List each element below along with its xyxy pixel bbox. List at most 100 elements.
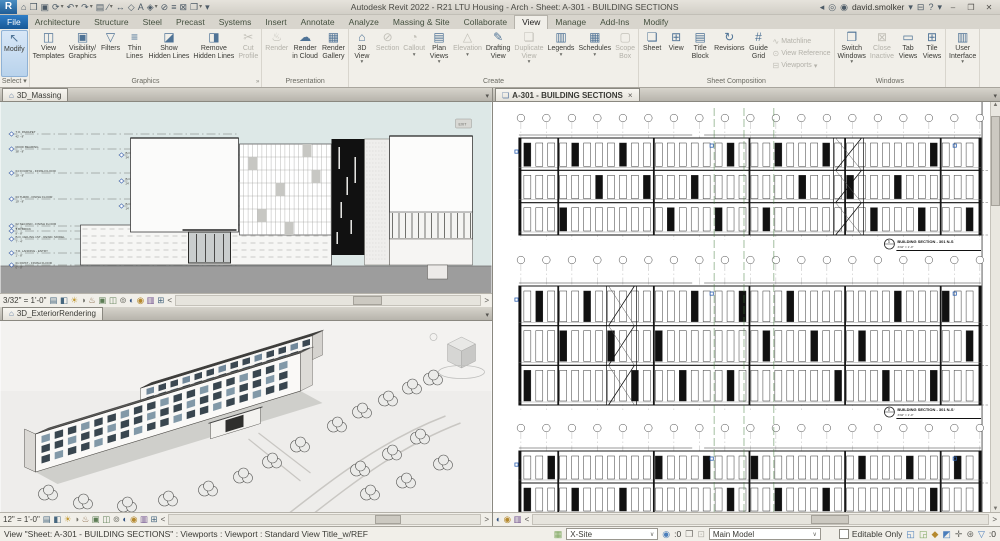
close-button[interactable]: ✕ xyxy=(982,3,996,12)
select-pinned-toggle[interactable]: ◆ xyxy=(931,529,938,540)
show-hidden-lines-button[interactable]: ◪ Show Hidden Lines xyxy=(147,30,192,77)
default-3d-view-icon[interactable]: ◈ ▾ xyxy=(146,1,159,14)
ribbon-tab-structure[interactable]: Structure xyxy=(87,15,136,29)
sheet-button[interactable]: ❏ Sheet xyxy=(640,30,664,77)
ribbon-tab-view[interactable]: View xyxy=(514,15,549,29)
unlocked-3d-view-icon[interactable]: ⊚ xyxy=(119,295,126,306)
home-icon[interactable]: ⌂ xyxy=(20,1,27,14)
tile-views-button[interactable]: ⊞ Tile Views xyxy=(920,30,944,77)
sun-path-icon[interactable]: ☀ xyxy=(71,295,79,306)
sun-path-icon[interactable]: ☀ xyxy=(64,514,72,525)
worksharing-display-icon[interactable]: ⊞ xyxy=(157,295,164,306)
temporary-hide-isolate-icon[interactable]: ◐ xyxy=(122,514,127,525)
scroll-right-arrow[interactable]: > xyxy=(484,515,489,524)
view-button[interactable]: ⊞ View xyxy=(664,30,688,77)
detail-level-icon[interactable]: ▤ xyxy=(43,514,51,525)
restore-button[interactable]: ❐ xyxy=(964,3,978,12)
measure-icon[interactable]: ∕ ▾ xyxy=(106,1,114,14)
scroll-down-arrow[interactable]: ▼ xyxy=(993,506,999,512)
selection-filter-icon[interactable]: ▽ xyxy=(978,529,985,540)
user-interface-button[interactable]: ▥ User Interface ▾ xyxy=(947,30,978,77)
visual-style-icon[interactable]: ◧ xyxy=(60,295,68,306)
crop-view-icon[interactable]: ▣ xyxy=(98,295,106,306)
view-templates-button[interactable]: ◫ View Templates xyxy=(31,30,67,77)
shadows-icon[interactable]: ◑ xyxy=(81,295,86,306)
select-links-toggle[interactable]: ◱ xyxy=(906,529,915,540)
reveal-hidden-elements-icon[interactable]: ◉ xyxy=(137,295,144,306)
search-icon[interactable]: ◎ xyxy=(828,1,836,14)
text-icon[interactable]: A xyxy=(137,1,145,14)
scroll-right-arrow[interactable]: > xyxy=(484,296,489,305)
select-by-face-toggle[interactable]: ◩ xyxy=(942,529,951,540)
visual-style-icon[interactable]: ◧ xyxy=(53,514,61,525)
app-store-icon[interactable]: ⊟ xyxy=(917,1,925,14)
ribbon-tab-precast[interactable]: Precast xyxy=(169,15,212,29)
signed-in-user[interactable]: david.smolker xyxy=(852,2,904,12)
tag-by-category-icon[interactable]: ◇ xyxy=(127,1,136,14)
qat-collapse-icon[interactable]: ◂ xyxy=(820,1,825,14)
customize-qat-icon[interactable]: ▾ xyxy=(204,1,211,14)
viewport-list-menu-icon[interactable]: ▾ xyxy=(993,92,997,100)
shadows-icon[interactable]: ◑ xyxy=(74,514,79,525)
switch-windows-button[interactable]: ❐ Switch Windows ▾ xyxy=(836,30,868,77)
temporary-view-properties-icon[interactable]: ▥ xyxy=(147,295,155,306)
revisions-button[interactable]: ↻ Revisions xyxy=(712,30,746,77)
background-processes-icon[interactable]: ⊛ xyxy=(966,529,974,540)
aligned-dimension-icon[interactable]: ↔ xyxy=(115,1,126,14)
tab-3d-massing[interactable]: ⌂ 3D_Massing xyxy=(2,88,69,101)
ribbon-tab-analyze[interactable]: Analyze xyxy=(342,15,386,29)
help-caret-icon[interactable]: ▾ xyxy=(937,1,942,14)
show-crop-region-icon[interactable]: ◫ xyxy=(109,295,117,306)
worksharing-display-icon[interactable]: ⊞ xyxy=(151,514,158,525)
modify-button[interactable]: ↖ Modify xyxy=(1,30,28,77)
rendering-horizontal-scrollbar[interactable] xyxy=(168,514,482,525)
autodesk-account-icon[interactable]: ◉ xyxy=(840,1,848,14)
open-icon[interactable]: ❒ xyxy=(28,1,38,14)
show-crop-region-icon[interactable]: ◫ xyxy=(102,514,110,525)
scale-control[interactable]: 3/32" = 1'-0" xyxy=(3,296,46,305)
editable-only-checkbox[interactable]: Editable Only xyxy=(838,529,902,539)
section-icon[interactable]: ⊘ xyxy=(160,1,170,14)
print-icon[interactable]: ▤ xyxy=(95,1,106,14)
temporary-view-properties-icon[interactable]: ▥ xyxy=(140,514,148,525)
ribbon-tab-insert[interactable]: Insert xyxy=(258,15,293,29)
design-option-select[interactable]: Main Model ∨ xyxy=(708,528,821,540)
3d-view-button[interactable]: ⌂ 3D View ▾ xyxy=(350,30,374,77)
help-icon[interactable]: ? xyxy=(928,1,933,14)
worksets-icon[interactable]: ▦ xyxy=(554,529,563,540)
ribbon-tab-manage[interactable]: Manage xyxy=(548,15,593,29)
temporary-hide-isolate-icon[interactable]: ◐ xyxy=(129,295,134,306)
revit-logo[interactable]: R xyxy=(0,0,17,14)
reveal-hidden-elements-icon[interactable]: ◉ xyxy=(504,514,511,525)
rendering-canvas[interactable] xyxy=(0,319,492,512)
sheet-vertical-scrollbar[interactable]: ▲ ▼ xyxy=(990,102,1000,512)
ribbon-tab-collaborate[interactable]: Collaborate xyxy=(457,15,514,29)
crop-view-icon[interactable]: ▣ xyxy=(92,514,100,525)
ribbon-tab-modify[interactable]: Modify xyxy=(636,15,675,29)
viewport-list-menu-icon[interactable]: ▾ xyxy=(485,311,489,319)
ribbon-tab-annotate[interactable]: Annotate xyxy=(294,15,342,29)
save-icon[interactable]: ▣ xyxy=(40,1,51,14)
thin-lines-button[interactable]: ≡ Thin Lines xyxy=(123,30,147,77)
user-menu-caret-icon[interactable]: ▾ xyxy=(908,1,913,14)
ribbon-tab-architecture[interactable]: Architecture xyxy=(28,15,87,29)
ribbon-tab-add-ins[interactable]: Add-Ins xyxy=(593,15,636,29)
scroll-left-arrow[interactable]: < xyxy=(167,296,172,305)
massing-horizontal-scrollbar[interactable] xyxy=(175,294,482,306)
ribbon-tab-steel[interactable]: Steel xyxy=(136,15,169,29)
undo-icon[interactable]: ↶ ▾ xyxy=(66,1,80,14)
legends-button[interactable]: ▥ Legends ▾ xyxy=(546,30,577,77)
scroll-right-arrow[interactable]: > xyxy=(992,515,997,524)
switch-windows-icon[interactable]: ❐ ▾ xyxy=(189,1,203,14)
tab-sheet-a301[interactable]: ❏ A-301 - BUILDING SECTIONS × xyxy=(495,88,640,101)
title-block-button[interactable]: ▤ Title Block xyxy=(688,30,712,77)
temporary-hide-isolate-icon[interactable]: ◐ xyxy=(496,514,501,525)
show-rendering-dialog-icon[interactable]: ♨ xyxy=(88,295,96,306)
redo-icon[interactable]: ↷ ▾ xyxy=(80,1,94,14)
ribbon-tab-systems[interactable]: Systems xyxy=(212,15,259,29)
ribbon-tab-file[interactable]: File xyxy=(0,15,28,29)
detail-level-icon[interactable]: ▤ xyxy=(49,295,57,306)
thin-lines-icon[interactable]: ≡ xyxy=(170,1,177,14)
close-view-icon[interactable]: × xyxy=(628,91,633,100)
scale-control[interactable]: 12" = 1'-0" xyxy=(3,515,40,524)
